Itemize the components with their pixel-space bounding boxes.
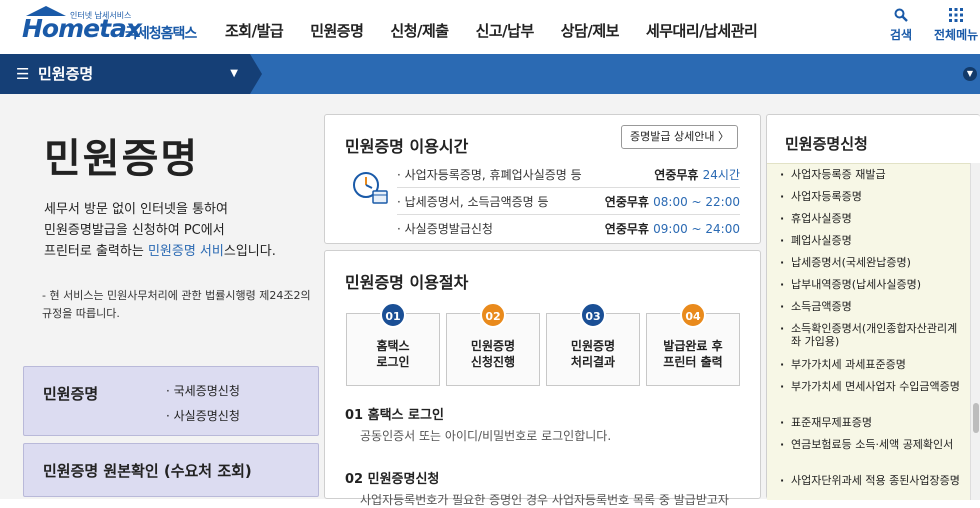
step-3: 03 민원증명 처리결과 (546, 302, 640, 386)
step-2-badge: 02 (480, 302, 506, 328)
step-1-badge: 01 (380, 302, 406, 328)
hours-row-2-time: 08:00 ~ 22:00 (653, 195, 740, 209)
original-verify-box[interactable]: 민원증명 원본확인 (수요처 조회) (23, 443, 319, 497)
top-header: 인터넷 납세서비스 Hometax 국세청홈택스 조회/발급 민원증명 신청/제… (0, 0, 980, 54)
apply-item[interactable]: 부가가치세 면세사업자 수입금액증명 (780, 380, 964, 393)
desc-line-1: 세무서 방문 없이 인터넷을 통하여 (44, 202, 228, 217)
logo-korean: 국세청홈택스 (125, 26, 197, 42)
hours-row-2-pre: 연중무휴 (604, 195, 654, 209)
hours-title: 민원증명 이용시간 (345, 137, 469, 156)
clock-icon (351, 169, 389, 207)
hours-row-1: · 사업자등록증명, 휴폐업사실증명 등 연중무휴 24시간 (397, 163, 740, 188)
apply-item[interactable]: 사업자단위과세 적용 종된사업장증명 (780, 474, 964, 487)
hours-row-1-pre: 연중무휴 (654, 168, 703, 182)
step-3-label: 민원증명 처리결과 (570, 339, 616, 369)
step-2-label: 민원증명 신청진행 (470, 339, 516, 369)
apply-item[interactable]: 소득확인증명서(개인종합자산관리계좌 가입용) (780, 322, 964, 348)
all-menu-label: 전체메뉴 (934, 28, 979, 42)
menu-item-filing[interactable]: 신고/납부 (476, 20, 535, 41)
hours-row-3-label: · 사실증명발급신청 (397, 222, 493, 236)
menu-item-certificates[interactable]: 민원증명 (310, 20, 364, 41)
fact-certificate-link[interactable]: · 사실증명신청 (166, 407, 240, 424)
step-2: 02 민원증명 신청진행 (446, 302, 540, 386)
step-4-label: 발급완료 후 프린터 출력 (663, 339, 723, 369)
hours-row-1-time: 24시간 (702, 168, 740, 182)
page-title: 민원증명 (44, 136, 200, 182)
desc-line-3: 프린터로 출력하는 민원증명 서비스입니다. (44, 241, 314, 262)
hours-row-1-value: 연중무휴 24시간 (654, 163, 740, 187)
menu-item-application[interactable]: 신청/제출 (390, 20, 449, 41)
issue-guide-button[interactable]: 증명발급 상세안내 〉 (621, 125, 738, 149)
original-verify-title: 민원증명 원본확인 (수요처 조회) (43, 462, 252, 480)
apply-list: 사업자등록증 재발급 사업자등록증명 휴업사실증명 폐업사실증명 납세증명서(국… (767, 163, 970, 500)
legal-note: - 현 서비스는 민원사무처리에 관한 법률시행령 제24조2의 규정을 따릅니… (42, 289, 311, 320)
hometax-logo[interactable]: 인터넷 납세서비스 Hometax 국세청홈택스 (22, 6, 212, 48)
hours-row-3: · 사실증명발급신청 연중무휴 09:00 ~ 24:00 (397, 217, 740, 242)
search-button[interactable]: 검색 (890, 8, 912, 43)
apply-item[interactable]: 폐업사실증명 (780, 234, 964, 247)
apply-title: 민원증명신청 (785, 135, 868, 153)
procedure-title: 민원증명 이용절차 (345, 273, 469, 292)
desc-line-3-pre: 프린터로 출력하는 (44, 244, 148, 259)
page-description: 세무서 방문 없이 인터넷을 통하여 민원증명발급을 신청하여 PC에서 프린터… (44, 199, 314, 262)
step-2-detail-desc: 사업자등록번호가 필요한 증명인 경우 사업자등록번호 목록 중 발급받고자 (360, 493, 729, 507)
current-menu-dropdown[interactable]: ☰ 민원증명 ▼ (0, 54, 250, 94)
menu-item-consult[interactable]: 상담/제보 (561, 20, 620, 41)
step-4: 04 발급완료 후 프린터 출력 (646, 302, 740, 386)
step-1-label: 홈택스 로그인 (376, 339, 410, 369)
national-tax-certificate-link[interactable]: · 국세증명신청 (166, 382, 240, 399)
desc-line-2: 민원증명발급을 신청하여 PC에서 (44, 223, 225, 238)
search-icon (890, 8, 912, 26)
step-3-badge: 03 (580, 302, 606, 328)
certificate-box-title: 민원증명 (43, 385, 99, 403)
logo-brand: Hometax (22, 14, 142, 43)
step-1: 01 홈택스 로그인 (346, 302, 440, 386)
step-1-detail-desc: 공동인증서 또는 아이디/비밀번호로 로그인합니다. (360, 429, 612, 443)
chevron-down-icon[interactable]: ▼ (963, 67, 977, 81)
apply-item[interactable]: 소득금액증명 (780, 300, 964, 313)
certificate-menu-box: 민원증명 · 국세증명신청 · 사실증명신청 (23, 366, 319, 436)
hours-row-1-label: · 사업자등록증명, 휴폐업사실증명 등 (397, 168, 582, 182)
desc-highlight: 민원증명 서비 (147, 244, 224, 259)
apply-item[interactable]: 사업자등록증명 (780, 190, 964, 203)
apply-item[interactable]: 부가가치세 과세표준증명 (780, 358, 964, 371)
hours-card: 민원증명 이용시간 증명발급 상세안내 〉 · 사업자등록증명, 휴폐업사실증명… (324, 114, 761, 244)
main-menu: 조회/발급 민원증명 신청/제출 신고/납부 상담/제보 세무대리/납세관리 (225, 20, 784, 41)
caret-down-icon: ▼ (230, 68, 238, 79)
hours-row-3-pre: 연중무휴 (604, 222, 654, 236)
apply-item[interactable]: 납세증명서(국세완납증명) (780, 256, 964, 269)
hamburger-icon: ☰ (16, 65, 30, 83)
apply-list-scrollbar[interactable] (970, 163, 980, 500)
step-2-detail-title: 02 민원증명신청 (345, 472, 440, 487)
apply-panel: 민원증명신청 사업자등록증 재발급 사업자등록증명 휴업사실증명 폐업사실증명 … (766, 114, 980, 500)
apply-item[interactable]: 표준재무제표증명 (780, 416, 964, 429)
apply-item[interactable]: 사업자등록증 재발급 (780, 168, 964, 181)
current-menu-label: 민원증명 (38, 65, 94, 83)
step-1-detail-title: 01 홈택스 로그인 (345, 408, 444, 423)
procedure-card: 민원증명 이용절차 01 홈택스 로그인 02 민원증명 신청진행 03 민원증… (324, 250, 761, 507)
location-bar: ☰ 민원증명 ▼ ▼ (0, 54, 980, 94)
all-menu-button[interactable]: 전체메뉴 (934, 8, 978, 43)
desc-line-3-post: 스입니다. (223, 244, 276, 259)
scrollbar-thumb[interactable] (973, 403, 979, 433)
apply-item[interactable]: 휴업사실증명 (780, 212, 964, 225)
hours-row-3-value: 연중무휴 09:00 ~ 24:00 (605, 217, 740, 241)
grid-icon (934, 8, 978, 26)
step-4-badge: 04 (680, 302, 706, 328)
apply-item[interactable]: 연금보험료등 소득·세액 공제확인서 (780, 438, 964, 451)
hours-row-3-time: 09:00 ~ 24:00 (653, 222, 740, 236)
hours-row-2: · 납세증명서, 소득금액증명 등 연중무휴 08:00 ~ 22:00 (397, 190, 740, 215)
menu-item-agent[interactable]: 세무대리/납세관리 (646, 20, 758, 41)
breadcrumb-arrow (250, 54, 262, 94)
menu-item-inquiry[interactable]: 조회/발급 (225, 20, 284, 41)
search-label: 검색 (890, 28, 913, 42)
hours-row-2-value: 연중무휴 08:00 ~ 22:00 (605, 190, 740, 214)
hours-row-2-label: · 납세증명서, 소득금액증명 등 (397, 195, 549, 209)
apply-item[interactable]: 납부내역증명(납세사실증명) (780, 278, 964, 291)
